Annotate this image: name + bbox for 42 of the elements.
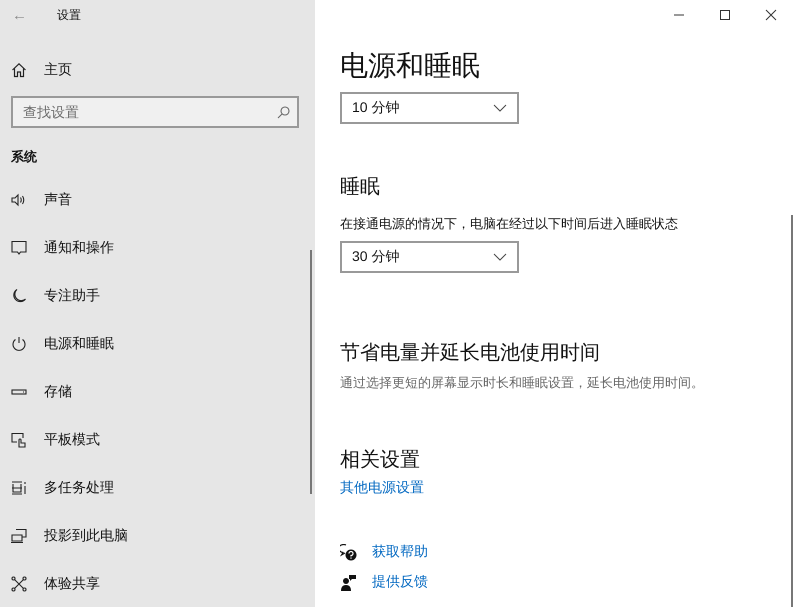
multitask-icon: [11, 480, 27, 496]
sidebar-item[interactable]: 声音: [0, 176, 315, 224]
search-icon: [277, 106, 290, 119]
speaker-icon: [11, 192, 27, 208]
help-chat-icon: [340, 544, 357, 560]
tablet-icon: [11, 432, 27, 448]
description-text: 通过选择更短的屏幕显示时长和睡眠设置，延长电池使用时间。: [340, 374, 705, 392]
search-field[interactable]: 查找设置: [11, 96, 299, 128]
sidebar-item[interactable]: 电源和睡眠: [0, 320, 315, 368]
message-icon: [11, 240, 27, 256]
moon-icon: [11, 288, 27, 304]
dropdown-label: 在接通电源的情况下，电脑在经过以下时间后进入睡眠状态: [340, 215, 679, 233]
home-item[interactable]: 主页: [0, 46, 315, 94]
section-heading: 节省电量并延长电池使用时间: [340, 341, 601, 366]
section-heading: 系统: [10, 148, 38, 166]
window-title: 设置: [57, 6, 81, 24]
projector-icon: [11, 528, 27, 544]
sidebar-item[interactable]: 体验共享: [0, 560, 315, 607]
help-link[interactable]: 提供反馈: [372, 573, 428, 591]
power-settings-link[interactable]: 其他电源设置: [340, 479, 424, 497]
sleep-timeout-dropdown[interactable]: 30 分钟: [340, 241, 519, 273]
section-heading: 相关设置: [340, 448, 421, 473]
sidebar-item[interactable]: 专注助手: [0, 272, 315, 320]
close-icon: [765, 9, 777, 21]
sidebar-item[interactable]: 通知和操作: [0, 224, 315, 272]
share-icon: [11, 576, 27, 592]
sidebar-item[interactable]: 投影到此电脑: [0, 512, 315, 560]
sidebar-item[interactable]: 平板模式: [0, 416, 315, 464]
sidebar-item[interactable]: 存储: [0, 368, 315, 416]
maximize-icon: [719, 9, 731, 21]
screen-timeout-dropdown[interactable]: 10 分钟: [340, 92, 519, 124]
scrollbar[interactable]: [310, 250, 312, 494]
chevron-icon: [493, 253, 507, 261]
page-title: 电源和睡眠: [340, 49, 481, 83]
section-heading: 睡眠: [340, 175, 381, 200]
home-icon: [11, 62, 27, 78]
sidebar-item[interactable]: 多任务处理: [0, 464, 315, 512]
chevron-icon: [493, 104, 507, 112]
scrollbar[interactable]: [791, 215, 793, 607]
help-link[interactable]: 获取帮助: [372, 543, 428, 561]
power-icon: [11, 336, 27, 352]
feedback-icon: [340, 574, 357, 590]
